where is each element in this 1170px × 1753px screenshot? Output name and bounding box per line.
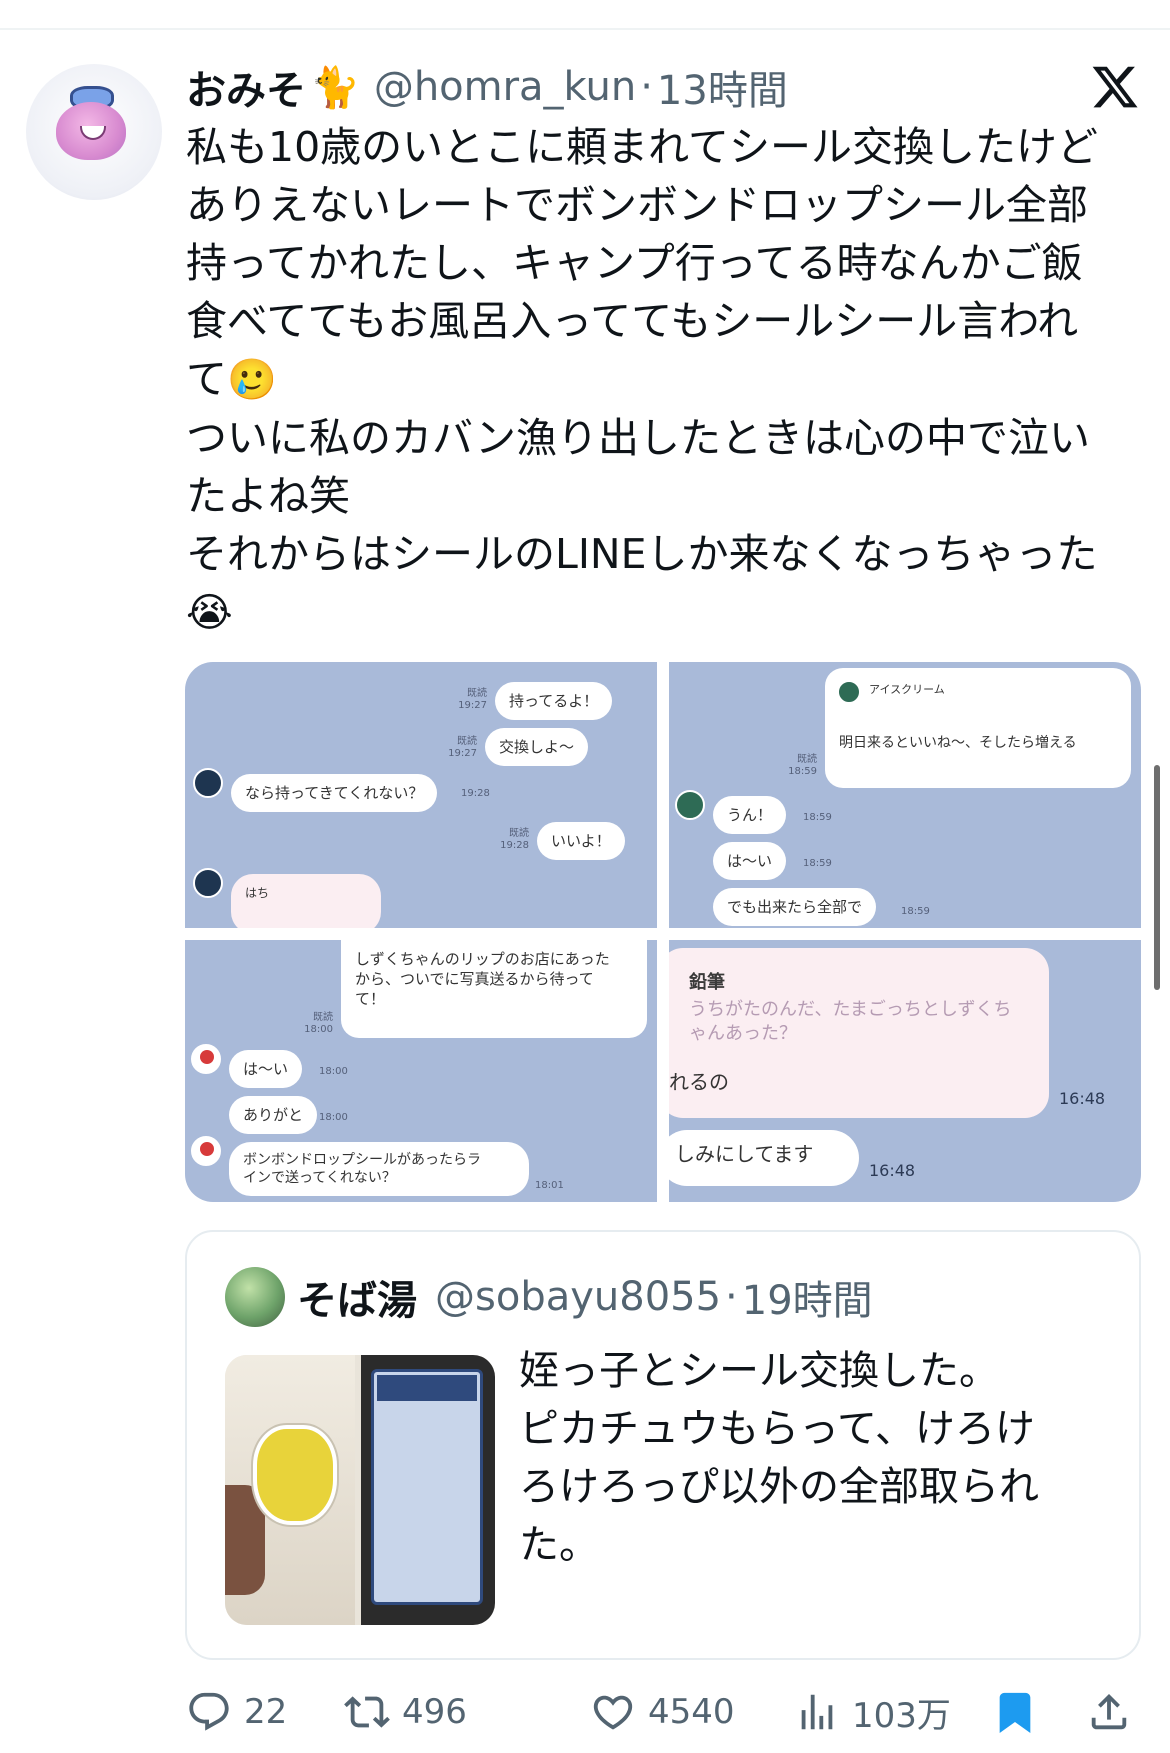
chat-meta: 18:59 bbox=[901, 906, 930, 917]
author-name-emoji: 🐈 bbox=[310, 64, 360, 111]
quoted-separator: · bbox=[725, 1274, 738, 1320]
author-name[interactable]: おみそ bbox=[186, 58, 306, 116]
post-header: おみそ 🐈 @homra_kun · 13時間 bbox=[186, 58, 788, 116]
quoted-text: 姪っ子とシール交換した。 ピカチュウもらって、けろけ ろけろっぴ以外の全部取られ… bbox=[519, 1348, 1039, 1568]
chat-meta: 16:48 bbox=[869, 1161, 916, 1180]
chat-bubble: でも出来たら全部で bbox=[713, 888, 877, 926]
chat-bubble: うん！ bbox=[713, 796, 787, 834]
like-button[interactable]: 4540 bbox=[590, 1686, 735, 1738]
contact-icon bbox=[193, 768, 223, 798]
quoted-sender: アイスクリーム bbox=[869, 683, 945, 696]
quoted-media-thumbnail bbox=[225, 1355, 495, 1625]
reply-icon bbox=[189, 1692, 229, 1731]
views-chart-icon bbox=[801, 1694, 833, 1730]
chat-meta: 既読 18:00 bbox=[304, 1012, 333, 1035]
chat-bubble: ありがと bbox=[229, 1096, 318, 1134]
reply-button[interactable]: 22 bbox=[186, 1686, 287, 1738]
author-avatar[interactable] bbox=[26, 64, 162, 200]
post-line: 私も10歳のいとこに頼まれてシール交換したけど bbox=[186, 123, 1098, 171]
quoted-header: そば湯 @sobayu8055 · 19時間 bbox=[297, 1262, 873, 1332]
media-image-2[interactable]: アイスクリーム 明日来るといいね〜、そしたら増える 既読 18:59 うん！ 1… bbox=[669, 662, 1141, 928]
post-line: ついに私のカバン漁り出したときは心の中で泣い bbox=[186, 414, 1091, 462]
quoted-time: 19時間 bbox=[741, 1278, 873, 1324]
chat-meta: 18:01 bbox=[535, 1180, 564, 1191]
post-time[interactable]: 13時間 bbox=[657, 58, 788, 116]
chat-meta: 18:59 bbox=[803, 858, 832, 869]
chat-meta: 既読 19:28 bbox=[500, 828, 529, 851]
contact-icon bbox=[837, 680, 861, 704]
chat-bubble: 持ってるよ！ bbox=[495, 682, 613, 720]
loudly-crying-emoji: 😭 bbox=[186, 590, 233, 636]
scrollbar[interactable] bbox=[1154, 765, 1160, 990]
post-line: て bbox=[186, 355, 227, 403]
chat-meta: 18:59 bbox=[803, 812, 832, 823]
quoted-author-avatar bbox=[225, 1267, 285, 1327]
like-count: 4540 bbox=[648, 1692, 735, 1732]
media-grid[interactable]: 持ってるよ！ 既読 19:27 交換しよ〜 既読 19:27 なら持ってきてくれ… bbox=[185, 662, 1141, 1202]
quoted-text: うちがたのんだ、たまごっちとしずくち ゃんあった？ bbox=[689, 999, 1012, 1044]
chat-meta: 19:28 bbox=[461, 788, 490, 799]
author-handle[interactable]: @homra_kun bbox=[374, 64, 636, 110]
chat-bubble: 交換しよ〜 bbox=[485, 728, 589, 766]
views-button[interactable]: 103万 bbox=[794, 1686, 951, 1738]
action-bar: 22 496 4540 103万 bbox=[186, 1686, 1146, 1738]
top-divider bbox=[0, 28, 1170, 30]
chat-bubble: ボンボンドロップシールがあったらラ インで送ってくれない？ bbox=[229, 1142, 529, 1196]
reply-count: 22 bbox=[244, 1692, 288, 1732]
repost-icon bbox=[344, 1696, 390, 1728]
chat-bubble: なら持ってきてくれない？ bbox=[231, 774, 438, 812]
post-line: それからはシールのLINEしか来なくなっちゃった bbox=[186, 530, 1098, 578]
chat-meta: 18:00 bbox=[319, 1066, 348, 1077]
quoted-author-name: そば湯 bbox=[297, 1278, 417, 1324]
repost-button[interactable]: 496 bbox=[344, 1686, 467, 1738]
quoted-author-handle: @sobayu8055 bbox=[435, 1274, 722, 1320]
chat-meta: 既読 19:27 bbox=[448, 736, 477, 759]
post-line: たよね笑 bbox=[186, 472, 350, 520]
bookmark-filled-icon bbox=[999, 1692, 1031, 1733]
share-button[interactable] bbox=[1086, 1686, 1132, 1738]
pikachu-sticker bbox=[253, 1425, 337, 1525]
chat-meta: 16:48 bbox=[1059, 1089, 1106, 1108]
chat-meta: 既読 19:27 bbox=[458, 688, 487, 711]
media-image-1[interactable]: 持ってるよ！ 既読 19:27 交換しよ〜 既読 19:27 なら持ってきてくれ… bbox=[185, 662, 657, 928]
chat-bubble: は〜い bbox=[229, 1050, 303, 1088]
chat-meta: 既読 18:59 bbox=[788, 754, 817, 777]
x-logo-icon[interactable] bbox=[1090, 62, 1140, 112]
quoted-post[interactable]: そば湯 @sobayu8055 · 19時間 姪っ子とシール交換した。 ピカチュ… bbox=[185, 1230, 1141, 1660]
chat-text: 明日来るといいね〜、そしたら増える bbox=[839, 735, 1077, 751]
chat-bubble: いいよ！ bbox=[537, 822, 625, 860]
chat-text: れるの bbox=[669, 1070, 729, 1094]
heart-icon bbox=[593, 1695, 633, 1730]
chat-bubble: しずくちゃんのリップのお店にあった から、ついでに写真送るから待って て！ bbox=[341, 940, 647, 1038]
views-count: 103万 bbox=[852, 1695, 951, 1736]
chat-bubble: は〜い bbox=[713, 842, 787, 880]
sticker-sheet bbox=[371, 1369, 483, 1605]
chat-bubble: はち bbox=[231, 874, 381, 928]
chat-meta: 18:00 bbox=[319, 1112, 348, 1123]
contact-icon bbox=[191, 1136, 221, 1166]
post-line: ありえないレートでボンボンドロップシール全部 bbox=[186, 181, 1088, 229]
media-image-3[interactable]: しずくちゃんのリップのお店にあった から、ついでに写真送るから待って て！ 既読… bbox=[185, 940, 657, 1202]
crying-face-emoji: 🥲 bbox=[227, 357, 277, 403]
bookmark-button[interactable] bbox=[992, 1686, 1038, 1738]
share-icon bbox=[1091, 1693, 1127, 1730]
post-line: 食べててもお風呂入っててもシールシール言われ bbox=[186, 297, 1079, 345]
contact-icon bbox=[675, 790, 705, 820]
post-body: 私も10歳のいとこに頼まれてシール交換したけど ありえないレートでボンボンドロッ… bbox=[186, 118, 1126, 642]
repost-count: 496 bbox=[402, 1692, 467, 1732]
sticker-sheet-header bbox=[377, 1375, 477, 1401]
chat-bubble: しみにしてます bbox=[669, 1130, 859, 1186]
contact-icon bbox=[193, 868, 223, 898]
contact-icon bbox=[191, 1044, 221, 1074]
media-image-4[interactable]: 鉛筆 うちがたのんだ、たまごっちとしずくち ゃんあった？ れるの 16:48 し… bbox=[669, 940, 1141, 1202]
quoted-sender: 鉛筆 bbox=[689, 972, 725, 993]
post-line: 持ってかれたし、キャンプ行ってる時なんかご飯 bbox=[186, 239, 1083, 287]
header-separator: · bbox=[640, 64, 653, 110]
